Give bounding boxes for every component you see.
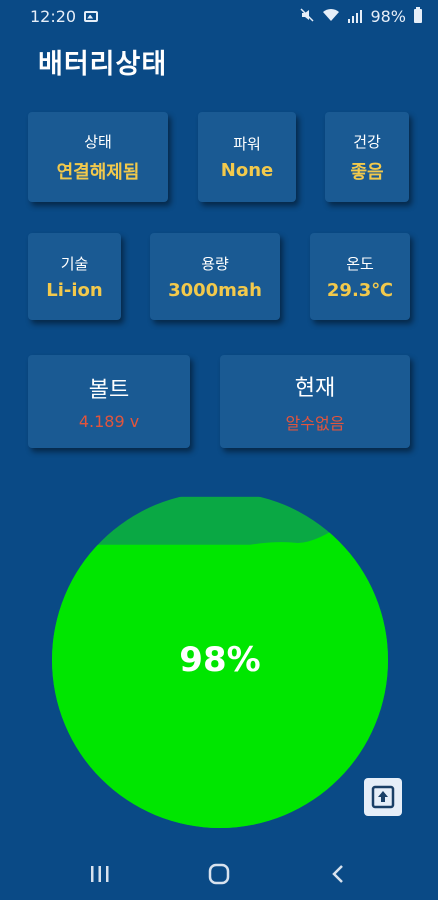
current-label: 현재 — [294, 375, 336, 401]
capacity-label: 용량 — [201, 254, 229, 273]
health-value: 좋음 — [350, 161, 384, 183]
back-icon — [332, 865, 344, 883]
share-icon — [371, 785, 395, 809]
recent-apps-button[interactable] — [80, 854, 120, 894]
home-button[interactable] — [199, 854, 239, 894]
technology-card: 기술 Li-ion — [28, 233, 121, 320]
status-label: 상태 — [84, 132, 112, 151]
health-card: 건강 좋음 — [325, 112, 409, 202]
voltage-card: 볼트 4.189 v — [28, 355, 190, 448]
voltage-label: 볼트 — [88, 378, 130, 403]
current-value: 알수없음 — [285, 413, 345, 433]
battery-icon — [414, 7, 422, 23]
temperature-card: 온도 29.3℃ — [310, 233, 410, 320]
capacity-card: 용량 3000mah — [150, 233, 280, 320]
recent-apps-icon — [90, 866, 109, 882]
voltage-value: 4.189 v — [78, 412, 140, 431]
battery-percent: 98% — [370, 6, 406, 26]
current-card: 현재 알수없음 — [220, 355, 410, 448]
app-title: 배터리상태 — [38, 49, 168, 80]
status-card: 상태 연결해제됨 — [28, 112, 168, 202]
power-card: 파워 None — [198, 112, 296, 202]
health-label: 건강 — [353, 132, 381, 151]
home-icon — [208, 863, 230, 885]
image-icon — [84, 10, 99, 22]
technology-value: Li-ion — [46, 279, 103, 301]
power-label: 파워 — [233, 135, 261, 153]
wifi-icon — [322, 7, 340, 26]
status-time: 12:20 — [30, 6, 77, 26]
status-value: 연결해제됨 — [56, 161, 140, 183]
power-value: None — [220, 160, 274, 181]
mute-icon — [300, 7, 314, 26]
capacity-value: 3000mah — [168, 279, 262, 301]
navigation-bar — [0, 848, 438, 900]
back-button[interactable] — [318, 854, 358, 894]
signal-icon — [348, 9, 363, 23]
share-button[interactable] — [364, 778, 402, 816]
temperature-value: 29.3℃ — [326, 279, 394, 301]
battery-level-text: 98% — [179, 640, 261, 680]
status-bar: 12:20 98% — [0, 0, 438, 32]
temperature-label: 온도 — [346, 254, 374, 273]
technology-label: 기술 — [60, 254, 89, 273]
